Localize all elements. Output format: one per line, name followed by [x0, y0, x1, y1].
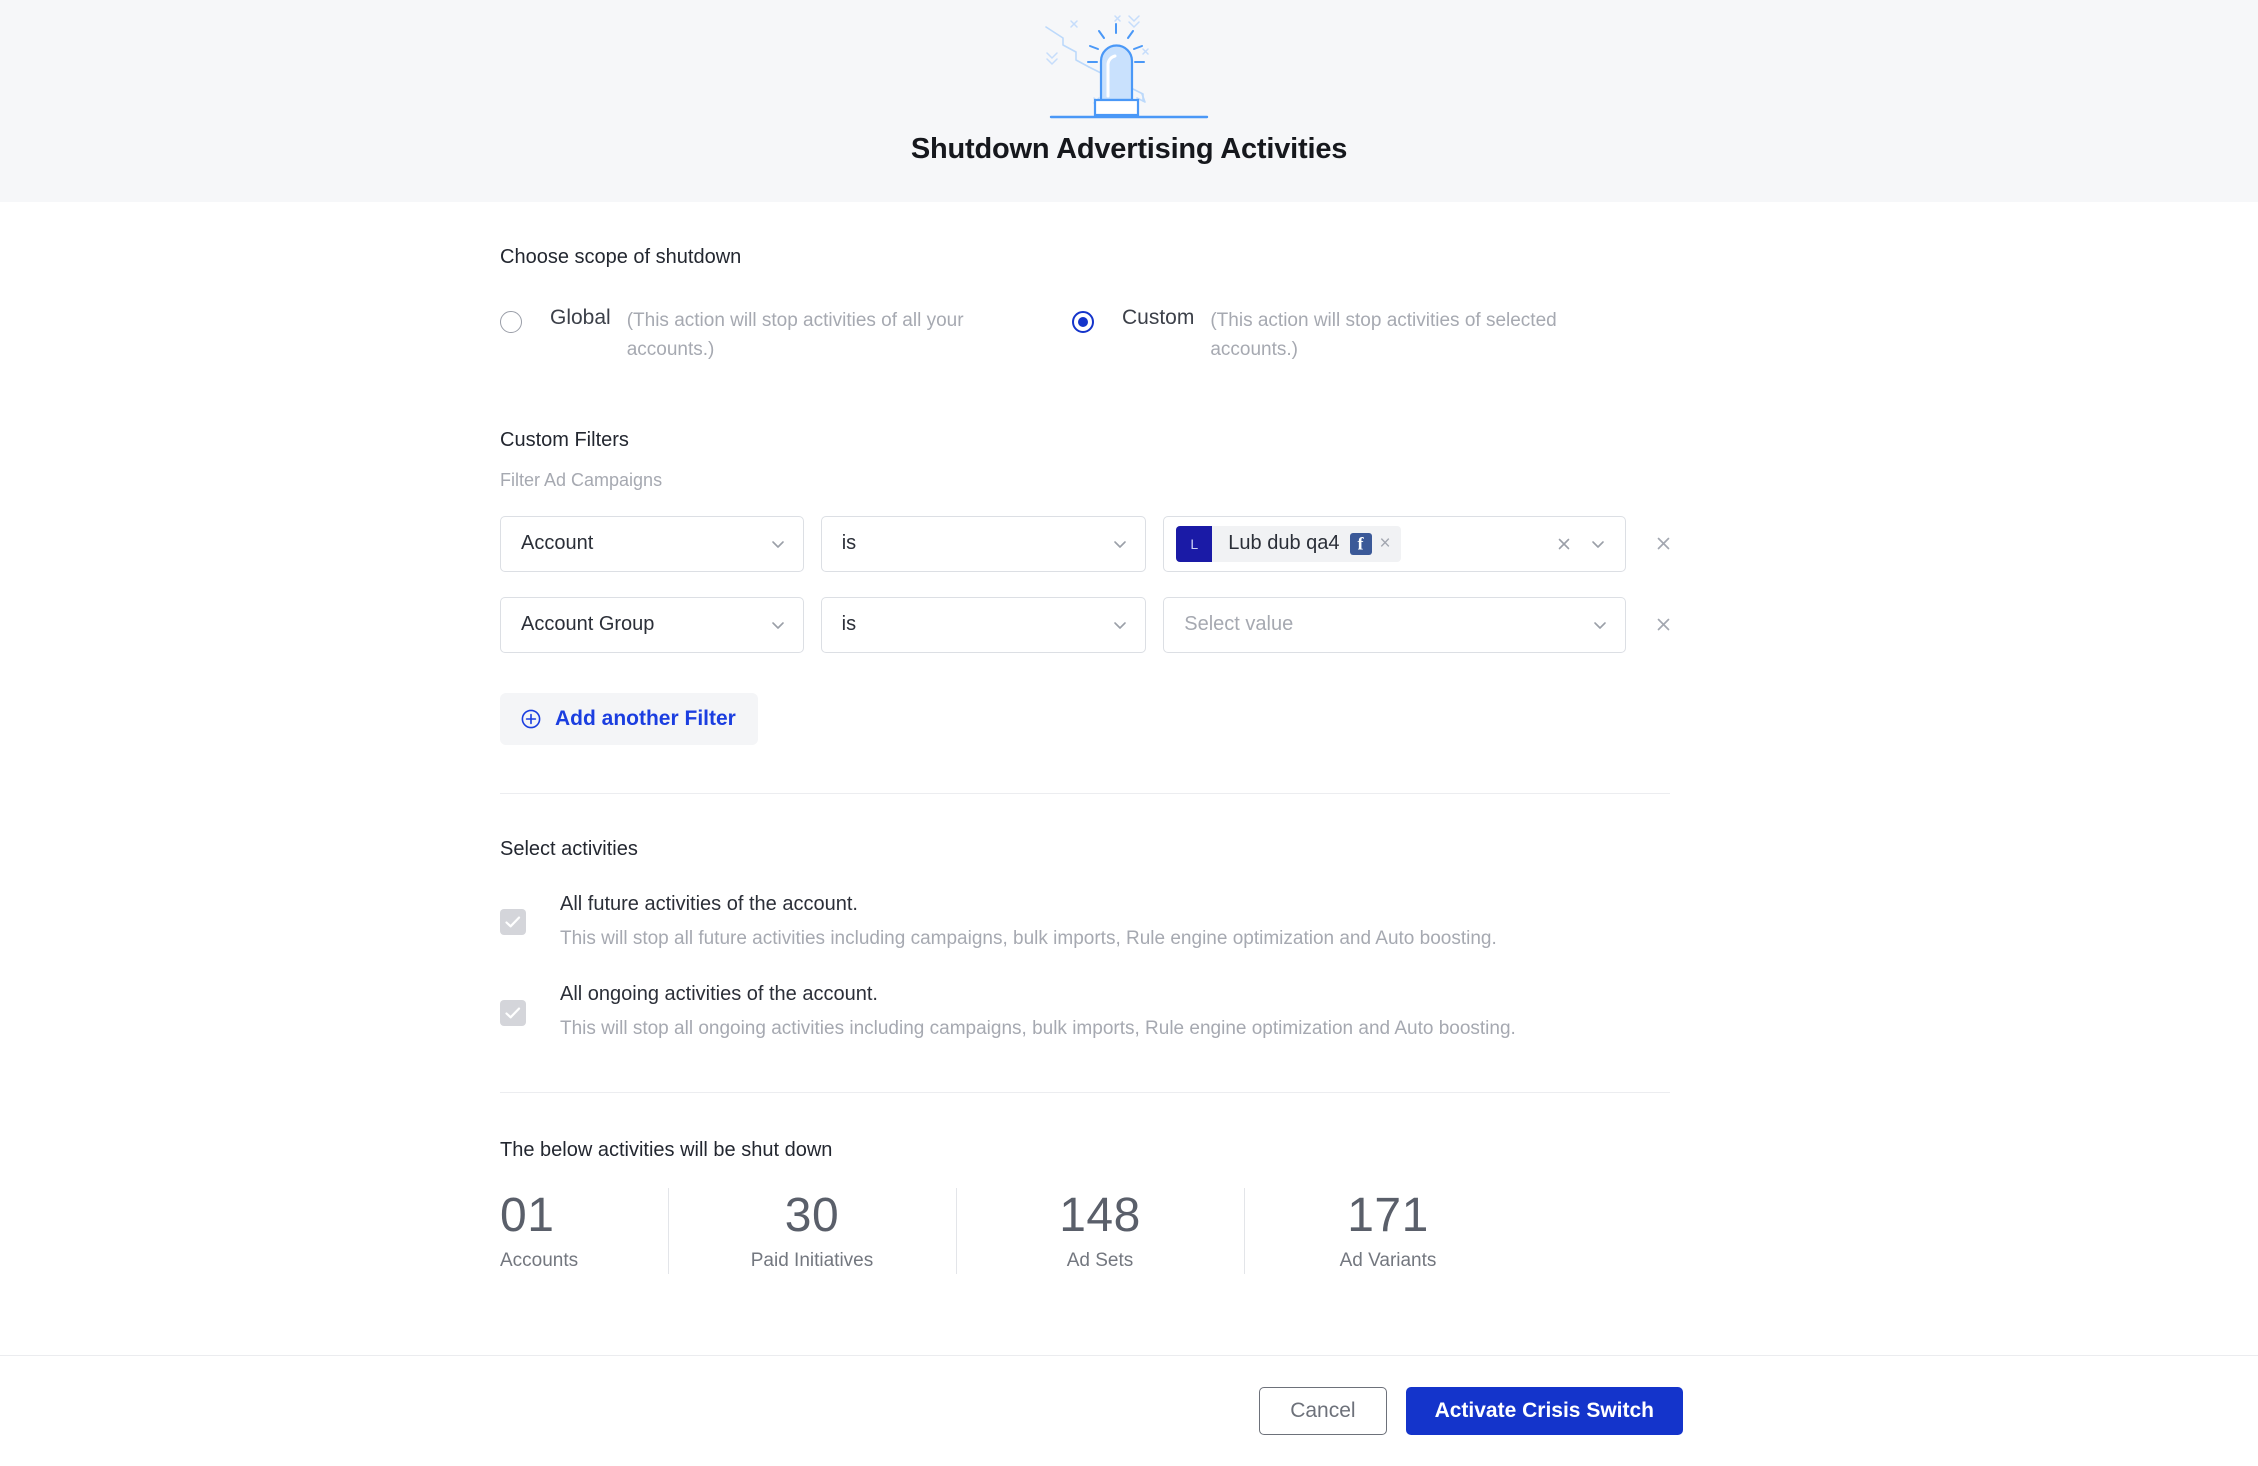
section-divider-filters — [500, 792, 1670, 794]
filter-value-actions-1 — [1555, 535, 1609, 553]
activity-description-ongoing: This will stop all ongoing activities in… — [560, 1018, 1516, 1040]
check-icon — [505, 916, 521, 928]
filter-operator-value-2: is — [841, 613, 857, 636]
account-avatar: L — [1176, 525, 1213, 562]
stat-ad-variants-value: 171 — [1347, 1188, 1429, 1242]
activity-description-future: This will stop all future activities inc… — [560, 927, 1497, 949]
siren-beacon-icon — [1045, 15, 1209, 119]
clear-value-icon[interactable] — [1555, 535, 1573, 553]
activity-text-ongoing: All ongoing activities of the account. T… — [560, 981, 1660, 1044]
filter-value-placeholder-2: Select value — [1184, 613, 1294, 636]
stat-paid-initiatives-value: 30 — [784, 1188, 840, 1242]
chip-remove-icon[interactable]: × — [1380, 534, 1391, 553]
checkbox-ongoing-activities[interactable] — [500, 999, 526, 1026]
filter-operator-select-2[interactable]: is — [820, 596, 1147, 653]
activity-text-future: All future activities of the account. Th… — [560, 891, 1660, 954]
chevron-down-icon — [771, 540, 784, 548]
filter-key-select-2[interactable]: Account Group — [500, 596, 804, 653]
filter-row: Account is L Lub dub qa4 × — [500, 515, 1674, 572]
stat-ad-variants: 171 Ad Variants — [1244, 1184, 1532, 1278]
filter-operator-select-1[interactable]: is — [820, 515, 1147, 572]
radio-custom-icon[interactable] — [1072, 311, 1094, 333]
activity-item-future[interactable]: All future activities of the account. Th… — [500, 891, 1674, 954]
filter-value-select-2[interactable]: Select value — [1163, 596, 1627, 653]
stat-ad-sets-label: Ad Sets — [1066, 1249, 1134, 1271]
activity-item-ongoing[interactable]: All ongoing activities of the account. T… — [500, 981, 1674, 1044]
scope-radio-group: Global (This action will stop activities… — [500, 300, 1674, 365]
page-footer: Cancel Activate Crisis Switch — [0, 1355, 2258, 1466]
activate-crisis-switch-button[interactable]: Activate Crisis Switch — [1405, 1387, 1683, 1435]
summary-title: The below activities will be shut down — [500, 1138, 833, 1161]
scope-option-custom-description: (This action will stop activities of sel… — [1210, 310, 1557, 360]
chevron-down-icon — [1594, 621, 1606, 629]
stat-ad-variants-label: Ad Variants — [1339, 1249, 1437, 1271]
stat-paid-initiatives: 30 Paid Initiatives — [668, 1184, 956, 1278]
page-title: Shutdown Advertising Activities — [910, 133, 1348, 165]
filter-key-value-1: Account — [521, 532, 594, 555]
stat-accounts-value: 01 — [500, 1188, 555, 1242]
chevron-down-icon[interactable] — [1589, 535, 1607, 553]
close-icon — [1657, 618, 1669, 631]
close-icon — [1657, 537, 1669, 550]
select-activities-title: Select activities — [500, 837, 638, 860]
radio-global-icon[interactable] — [500, 311, 522, 333]
chevron-down-icon — [1114, 621, 1127, 629]
remove-filter-row-2-button[interactable] — [1652, 614, 1674, 636]
stat-accounts: 01 Accounts — [500, 1184, 668, 1278]
filter-key-value-2: Account Group — [521, 613, 655, 636]
plus-circle-icon — [521, 709, 541, 729]
custom-filters-subtitle: Filter Ad Campaigns — [500, 469, 663, 490]
scope-label: Choose scope of shutdown — [500, 246, 742, 268]
add-another-filter-label: Add another Filter — [555, 706, 736, 730]
remove-filter-row-1-button[interactable] — [1652, 533, 1674, 555]
activity-title-future: All future activities of the account. — [560, 892, 858, 915]
page-header: Shutdown Advertising Activities — [0, 0, 2258, 202]
scope-option-global-description: (This action will stop activities of all… — [626, 310, 964, 360]
selected-account-chip[interactable]: L Lub dub qa4 × — [1176, 525, 1401, 562]
scope-option-global[interactable]: Global (This action will stop activities… — [500, 300, 1072, 365]
scope-option-global-label: Global — [550, 306, 611, 329]
scope-option-custom[interactable]: Custom (This action will stop activities… — [1072, 300, 1644, 365]
filter-operator-value-1: is — [841, 532, 857, 555]
chevron-down-icon — [771, 621, 784, 629]
add-another-filter-button[interactable]: Add another Filter — [500, 692, 758, 745]
filter-row: Account Group is Select value — [500, 596, 1674, 653]
activity-title-ongoing: All ongoing activities of the account. — [560, 983, 878, 1006]
account-chip-label: Lub dub qa4 — [1228, 532, 1340, 555]
stat-accounts-label: Accounts — [500, 1249, 579, 1271]
chevron-down-icon — [1114, 540, 1127, 548]
checkbox-future-activities[interactable] — [500, 909, 526, 935]
custom-filters-title: Custom Filters — [500, 428, 629, 451]
stat-ad-sets: 148 Ad Sets — [956, 1184, 1244, 1278]
stat-paid-initiatives-label: Paid Initiatives — [750, 1249, 874, 1271]
main-content: Choose scope of shutdown Global (This ac… — [0, 202, 2258, 1278]
filter-value-select-1[interactable]: L Lub dub qa4 × — [1163, 515, 1627, 572]
cancel-button[interactable]: Cancel — [1259, 1387, 1387, 1435]
check-icon — [505, 1007, 521, 1018]
section-divider-activities — [500, 1091, 1670, 1093]
stat-ad-sets-value: 148 — [1059, 1188, 1141, 1242]
filter-key-select-1[interactable]: Account — [500, 515, 804, 572]
scope-option-custom-label: Custom — [1122, 306, 1195, 329]
summary-stats: 01 Accounts 30 Paid Initiatives 148 Ad S… — [500, 1184, 1674, 1278]
facebook-icon — [1349, 532, 1372, 555]
